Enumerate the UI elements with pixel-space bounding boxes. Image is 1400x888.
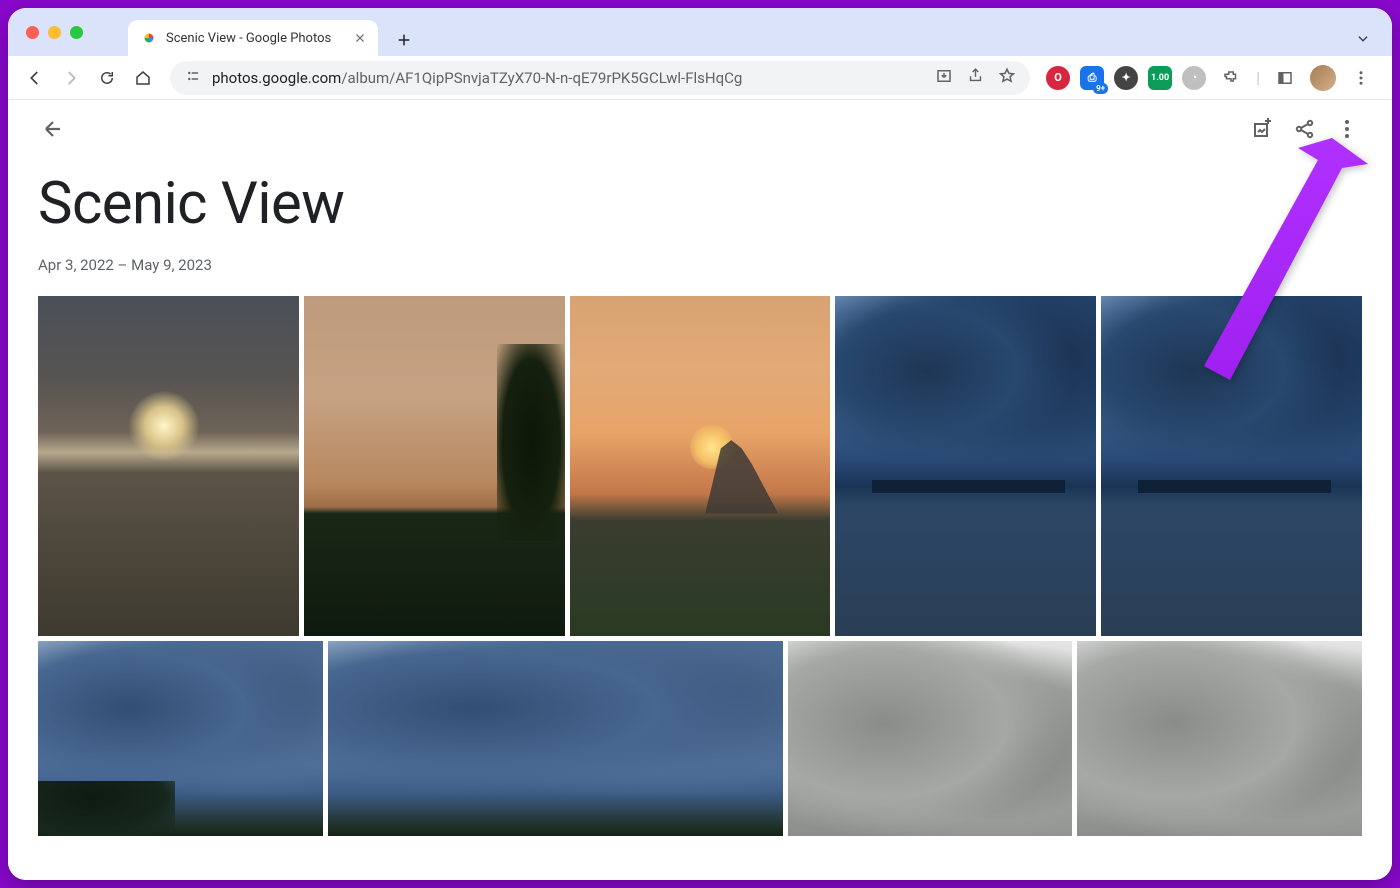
side-panel-button[interactable]: [1270, 63, 1300, 93]
photo-thumbnail[interactable]: [1101, 296, 1362, 636]
share-page-icon[interactable]: [967, 67, 984, 89]
window-maximize-button[interactable]: [70, 26, 83, 39]
photo-row: [38, 296, 1362, 636]
photo-thumbnail[interactable]: [328, 641, 783, 836]
tab-strip: Scenic View - Google Photos: [8, 8, 1392, 56]
window-minimize-button[interactable]: [48, 26, 61, 39]
forward-button[interactable]: [56, 63, 86, 93]
photo-thumbnail[interactable]: [1077, 641, 1362, 836]
window-controls: [26, 26, 83, 39]
back-to-albums-button[interactable]: [32, 108, 74, 150]
install-app-icon[interactable]: [935, 67, 953, 89]
photo-row: [38, 641, 1362, 836]
photo-thumbnail[interactable]: [38, 641, 323, 836]
back-button[interactable]: [20, 63, 50, 93]
extension-ratio-badge[interactable]: 1.00: [1148, 66, 1172, 90]
photo-thumbnail[interactable]: [304, 296, 565, 636]
browser-menu-button[interactable]: [1346, 63, 1376, 93]
extensions-button[interactable]: [1216, 63, 1246, 93]
site-info-icon[interactable]: [184, 67, 202, 89]
extension-grey-icon[interactable]: ◔: [1182, 66, 1206, 90]
tab-title: Scenic View - Google Photos: [166, 31, 331, 46]
address-bar[interactable]: photos.google.com/album/AF1QipPSnvjaTZyX…: [170, 61, 1030, 95]
extension-pill-icon[interactable]: ✦: [1114, 66, 1138, 90]
more-options-button[interactable]: [1326, 108, 1368, 150]
browser-toolbar: photos.google.com/album/AF1QipPSnvjaTZyX…: [8, 56, 1392, 100]
album-title[interactable]: Scenic View: [38, 170, 1362, 238]
window-close-button[interactable]: [26, 26, 39, 39]
bookmark-star-icon[interactable]: [998, 67, 1016, 89]
photo-thumbnail[interactable]: [570, 296, 831, 636]
profile-avatar[interactable]: [1310, 65, 1336, 91]
tab-search-dropdown[interactable]: [1350, 26, 1376, 52]
photos-app-bar: [8, 100, 1392, 158]
photo-grid: [8, 296, 1392, 836]
browser-tab-active[interactable]: Scenic View - Google Photos: [128, 20, 378, 56]
close-tab-button[interactable]: [354, 29, 366, 48]
album-header: Scenic View Apr 3, 2022 – May 9, 2023: [8, 158, 1392, 296]
add-photos-button[interactable]: [1242, 108, 1284, 150]
google-photos-icon: [140, 29, 158, 47]
extension-row: O ⎙ ✦ 1.00 ◔ |: [1042, 63, 1380, 93]
extension-opera-icon[interactable]: O: [1046, 66, 1070, 90]
home-button[interactable]: [128, 63, 158, 93]
photo-thumbnail[interactable]: [38, 296, 299, 636]
photo-thumbnail[interactable]: [788, 641, 1073, 836]
album-date-range: Apr 3, 2022 – May 9, 2023: [38, 256, 1362, 274]
url-text: photos.google.com/album/AF1QipPSnvjaTZyX…: [212, 69, 742, 87]
share-album-button[interactable]: [1284, 108, 1326, 150]
new-tab-button[interactable]: [388, 24, 420, 56]
browser-window: Scenic View - Google Photos: [8, 8, 1392, 880]
extension-capture-icon[interactable]: ⎙: [1080, 66, 1104, 90]
page-content: Scenic View Apr 3, 2022 – May 9, 2023: [8, 100, 1392, 880]
reload-button[interactable]: [92, 63, 122, 93]
photo-thumbnail[interactable]: [835, 296, 1096, 636]
